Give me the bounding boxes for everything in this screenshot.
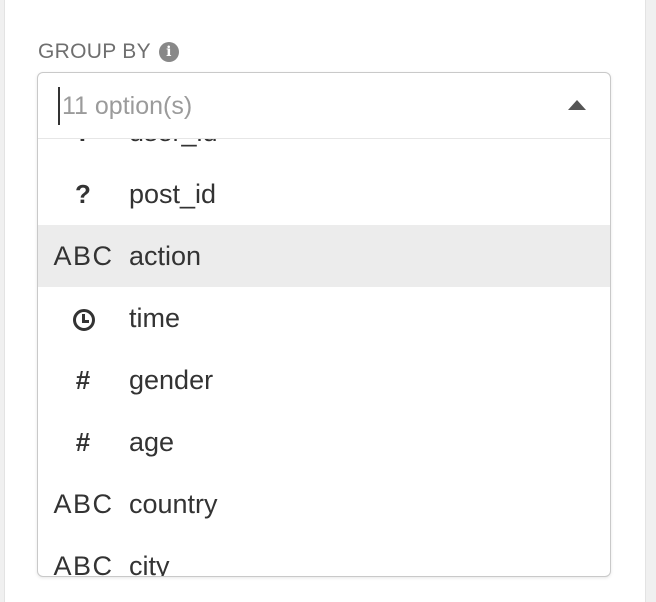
numeric-type-icon: #: [75, 426, 92, 457]
group-by-label: GROUP BY: [38, 40, 151, 63]
control-panel: GROUP BY i ? user_id ? post_id ABC actio…: [4, 0, 646, 602]
option-label: action: [129, 240, 202, 271]
unknown-type-icon: ?: [38, 139, 129, 148]
option-gender[interactable]: # gender: [38, 349, 610, 411]
option-time[interactable]: time: [38, 287, 610, 349]
option-label: age: [129, 426, 175, 457]
clock-type-cell: [38, 303, 129, 334]
option-age[interactable]: # age: [38, 411, 610, 473]
option-label: city: [129, 550, 170, 577]
search-input[interactable]: [58, 87, 542, 125]
string-type-icon: ABC: [53, 488, 114, 519]
dropdown-menu[interactable]: ? user_id ? post_id ABC action time: [38, 139, 610, 576]
option-list: ? user_id ? post_id ABC action time: [38, 139, 610, 576]
unknown-type-icon: ?: [75, 178, 92, 209]
clock-icon: [72, 308, 95, 331]
info-circle-icon[interactable]: i: [158, 42, 179, 62]
string-type-icon: ABC: [53, 240, 114, 271]
option-label: user_id: [129, 139, 218, 148]
select-control[interactable]: [38, 73, 610, 139]
string-type-icon: ABC: [53, 550, 114, 577]
option-label: gender: [129, 364, 214, 395]
numeric-type-icon: #: [75, 364, 92, 395]
caret-up-icon[interactable]: [568, 100, 586, 110]
option-city[interactable]: ABC city: [38, 535, 610, 577]
option-country[interactable]: ABC country: [38, 473, 610, 535]
group-by-label-row: GROUP BY i: [38, 37, 179, 67]
group-by-select[interactable]: ? user_id ? post_id ABC action time: [37, 72, 611, 577]
option-label: country: [129, 488, 218, 519]
option-action[interactable]: ABC action: [38, 225, 610, 287]
option-post-id[interactable]: ? post_id: [38, 163, 610, 225]
option-label: time: [129, 302, 181, 333]
option-user-id[interactable]: ? user_id: [38, 139, 610, 163]
option-label: post_id: [129, 178, 217, 209]
